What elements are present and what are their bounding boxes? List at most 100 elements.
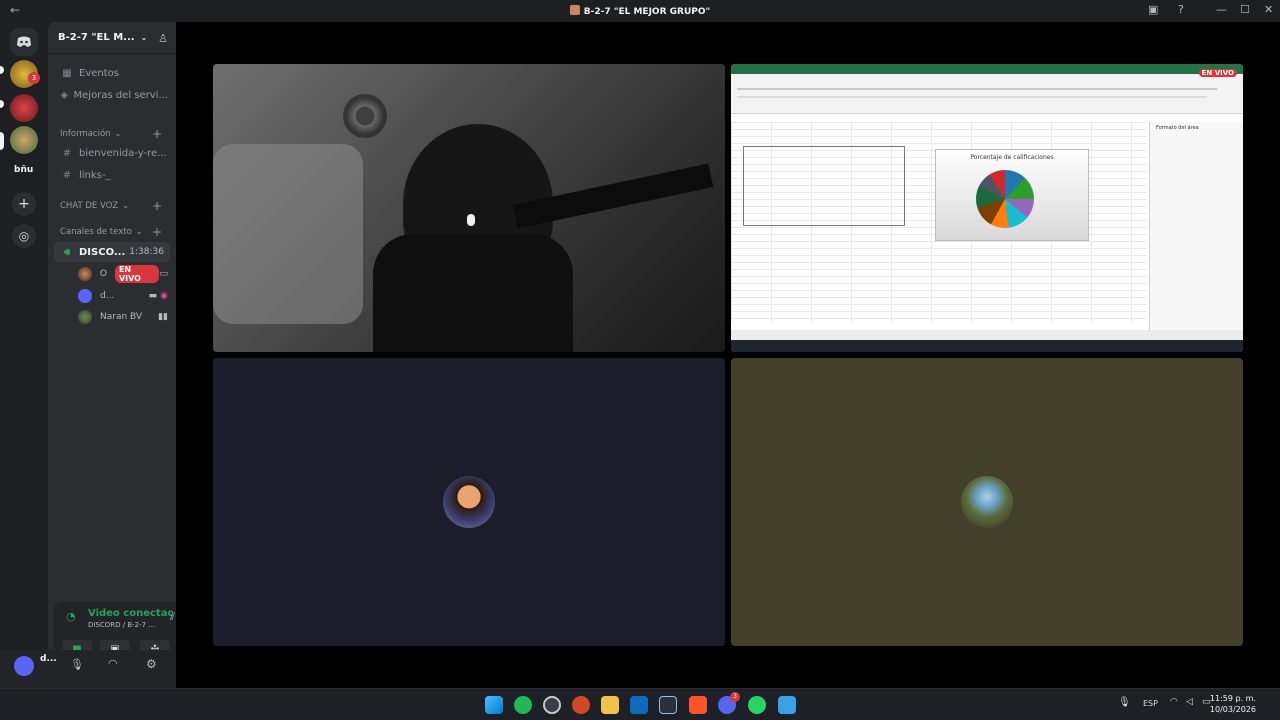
pie-chart [976,170,1034,228]
app-icon[interactable] [778,696,796,714]
camera-video-tile[interactable] [213,64,725,352]
sheet-tabs-bar [731,330,1243,340]
speaker-icon: 🔊︎ [63,246,71,258]
live-badge: EN VIVO [1198,69,1237,77]
voice-time: 1:38:36 [129,247,164,257]
boosts-item[interactable]: ◈ Mejoras del servi... [60,86,168,104]
channel-label: links-_ [79,169,111,181]
microphone-tray-icon[interactable]: 🎙︎ [1118,697,1131,708]
member-name: O [99,269,107,279]
screen-share-icon: ▭ [159,269,168,279]
server-name: B-2-7 "EL M... [58,32,135,43]
channel-item[interactable]: # links-_ [60,166,168,184]
avatar [78,267,92,281]
windows-taskbar: 3 🎙︎ ESP ◠ ◁ ▭ 11:59 p. m. 10/03/2026 [0,688,1280,720]
couch-shape [213,144,363,324]
person-body-shape [373,234,573,352]
category-info[interactable]: Información ⌄ + [60,125,168,143]
minimize-button[interactable]: — [1216,3,1227,16]
clock-time: 11:59 p. m. [1209,694,1256,703]
participant-avatar [443,476,495,528]
video-stage: EN VIVO Porcentaje de calificaciones For… [176,22,1280,688]
signal-icon[interactable]: ◔ [66,610,76,623]
chevron-down-icon: ⌄ [140,33,148,42]
user-panel: d... 🎙︎ ◠ ⚙︎ [0,650,176,688]
hashtag-icon: # [62,169,72,181]
outlook-icon[interactable] [630,696,648,714]
voice-member[interactable]: O EN VIVO ▭ [78,265,168,283]
user-avatar[interactable] [14,656,34,676]
nitro-icon: ◉ [160,291,168,301]
spotify-icon[interactable] [514,696,532,714]
side-panel-title: Formato del área [1156,125,1199,131]
help-icon[interactable]: ? [1178,3,1184,16]
earbud-shape [467,214,475,226]
close-button[interactable]: ✕ [1264,3,1273,16]
participant-tile[interactable] [213,358,725,646]
channel-sidebar: B-2-7 "EL M... ⌄ ♙ ▦ Eventos ◈ Mejoras del… [48,22,218,688]
participant-avatar [961,476,1013,528]
events-item[interactable]: ▦ Eventos [60,64,168,82]
window-title-text: B-2-7 "EL MEJOR GRUPO" [583,7,711,17]
chart-title: Porcentaje de calificaciones [970,154,1054,161]
excel-titlebar [731,64,1243,74]
settings-gear-icon[interactable]: ⚙︎ [146,657,157,671]
discord-badge: 3 [730,692,740,702]
boosts-label: Mejoras del servi... [73,89,168,101]
language-indicator[interactable]: ESP [1143,699,1158,708]
category-voice[interactable]: CHAT DE VOZ ⌄ + [60,197,168,215]
invite-icon[interactable]: ♙ [158,32,168,45]
voice-channel-path[interactable]: DISCORD / B-2-7 ... [88,621,155,629]
voice-member[interactable]: Naran BV ▮▮ [78,309,168,325]
file-explorer-icon[interactable] [601,696,619,714]
member-name: d... [100,291,115,301]
screen-share-tile[interactable]: EN VIVO Porcentaje de calificaciones For… [731,64,1243,352]
microphone-icon[interactable]: 🎙︎ [70,658,84,671]
server-icon-active[interactable] [10,126,38,154]
taskbar-clock[interactable]: 11:59 p. m. 10/03/2026 [1210,693,1256,715]
obs-icon[interactable] [543,696,561,714]
window-title: B-2-7 "EL MEJOR GRUPO" [0,5,1280,17]
username[interactable]: d... [40,654,57,664]
volume-icon[interactable]: ◁ [1186,697,1193,707]
powerpoint-icon[interactable] [572,696,590,714]
excel-ribbon [731,74,1243,114]
calendar-icon: ▦ [62,67,72,79]
inbox-icon[interactable]: ▣ [1148,3,1158,16]
server-icon-2[interactable] [10,94,38,122]
category-text-label: Canales de texto [60,227,132,237]
activity-icon: ▮▮ [158,312,168,322]
category-voice-label: CHAT DE VOZ [60,201,119,211]
hashtag-icon: # [62,147,72,159]
camera-icon: ▬ [148,291,158,301]
add-server-icon[interactable]: + [12,192,36,216]
capcut-icon[interactable] [659,696,677,714]
stream-taskbar [731,340,1243,352]
channel-item[interactable]: # bienvenida-y-re... [60,144,168,162]
maximize-button[interactable]: ☐ [1240,3,1250,16]
voice-status[interactable]: Video conectac [88,608,173,619]
pie-chart-box: Porcentaje de calificaciones [935,149,1089,241]
add-channel-icon[interactable]: + [152,127,162,141]
voice-channel[interactable]: 🔊︎ DISCO... 1:38:36 [60,243,168,261]
boost-icon: ◈ [60,89,69,101]
live-badge: EN VIVO [114,265,160,283]
headphones-icon[interactable]: ◠ [108,657,118,670]
text-server-icon[interactable]: bñu [14,165,33,175]
category-text[interactable]: Canales de texto ⌄ + [60,223,168,241]
add-channel-icon[interactable]: + [152,225,162,239]
participant-tile[interactable] [731,358,1243,646]
noise-suppression-icon[interactable]: ⫽ [170,610,175,624]
wifi-icon[interactable]: ◠ [1170,697,1178,707]
add-channel-icon[interactable]: + [152,199,162,213]
format-side-panel: Formato del área [1149,122,1243,330]
brave-icon[interactable] [689,696,707,714]
discord-home-icon[interactable] [10,28,38,56]
voice-channel-label: DISCO... [79,246,126,258]
whatsapp-icon[interactable] [748,696,766,714]
server-header[interactable]: B-2-7 "EL M... ⌄ ♙ [48,22,176,54]
windows-start-icon[interactable] [485,696,503,714]
voice-member[interactable]: d... ▬ ◉ [78,288,168,304]
server-rail: 3 bñu + ◎ [0,22,48,688]
discover-icon[interactable]: ◎ [12,224,36,248]
